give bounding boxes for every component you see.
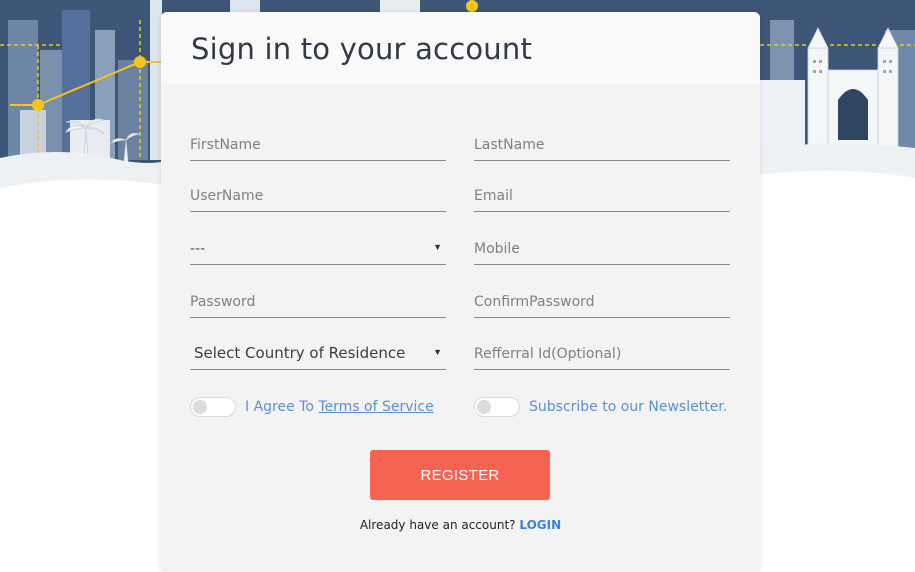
terms-of-service-link[interactable]: Terms of Service [318,399,433,415]
login-link[interactable]: LOGIN [519,518,561,532]
last-name-field [474,129,730,161]
page-title: Sign in to your account [191,32,533,66]
caret-down-icon: ▼ [433,347,442,357]
prefix-select-value: --- [190,241,206,257]
password-input[interactable] [190,294,446,310]
newsletter-row: Subscribe to our Newsletter. [474,397,727,417]
toggle-knob [477,400,491,414]
first-name-field [190,129,446,161]
referral-id-field [474,338,730,370]
last-name-input[interactable] [474,137,730,153]
newsletter-toggle[interactable] [474,397,520,417]
user-name-input[interactable] [190,188,446,204]
agree-terms-row: I Agree To Terms of Service [190,397,434,417]
registration-card: Sign in to your account --- ▼ Select Cou… [161,12,760,572]
password-field [190,286,446,318]
register-button[interactable]: REGISTER [370,450,550,500]
email-field [474,180,730,212]
referral-id-input[interactable] [474,346,730,362]
mobile-input[interactable] [474,241,730,257]
login-prompt-text: Already have an account? [359,518,516,532]
newsletter-label: Subscribe to our Newsletter. [529,399,728,415]
mobile-field [474,233,730,265]
first-name-input[interactable] [190,137,446,153]
agree-terms-label: I Agree To Terms of Service [245,399,434,415]
confirm-password-field [474,286,730,318]
country-select[interactable]: Select Country of Residence ▼ [190,338,446,370]
login-prompt-line: Already have an account? LOGIN [161,518,760,532]
country-select-value: Select Country of Residence [194,344,406,362]
toggle-knob [193,400,207,414]
email-input[interactable] [474,188,730,204]
agree-terms-toggle[interactable] [190,397,236,417]
confirm-password-input[interactable] [474,294,730,310]
caret-down-icon: ▼ [433,242,442,252]
agree-terms-prefix: I Agree To [245,399,319,415]
card-header: Sign in to your account [161,12,760,84]
prefix-select[interactable]: --- ▼ [190,233,446,265]
user-name-field [190,180,446,212]
